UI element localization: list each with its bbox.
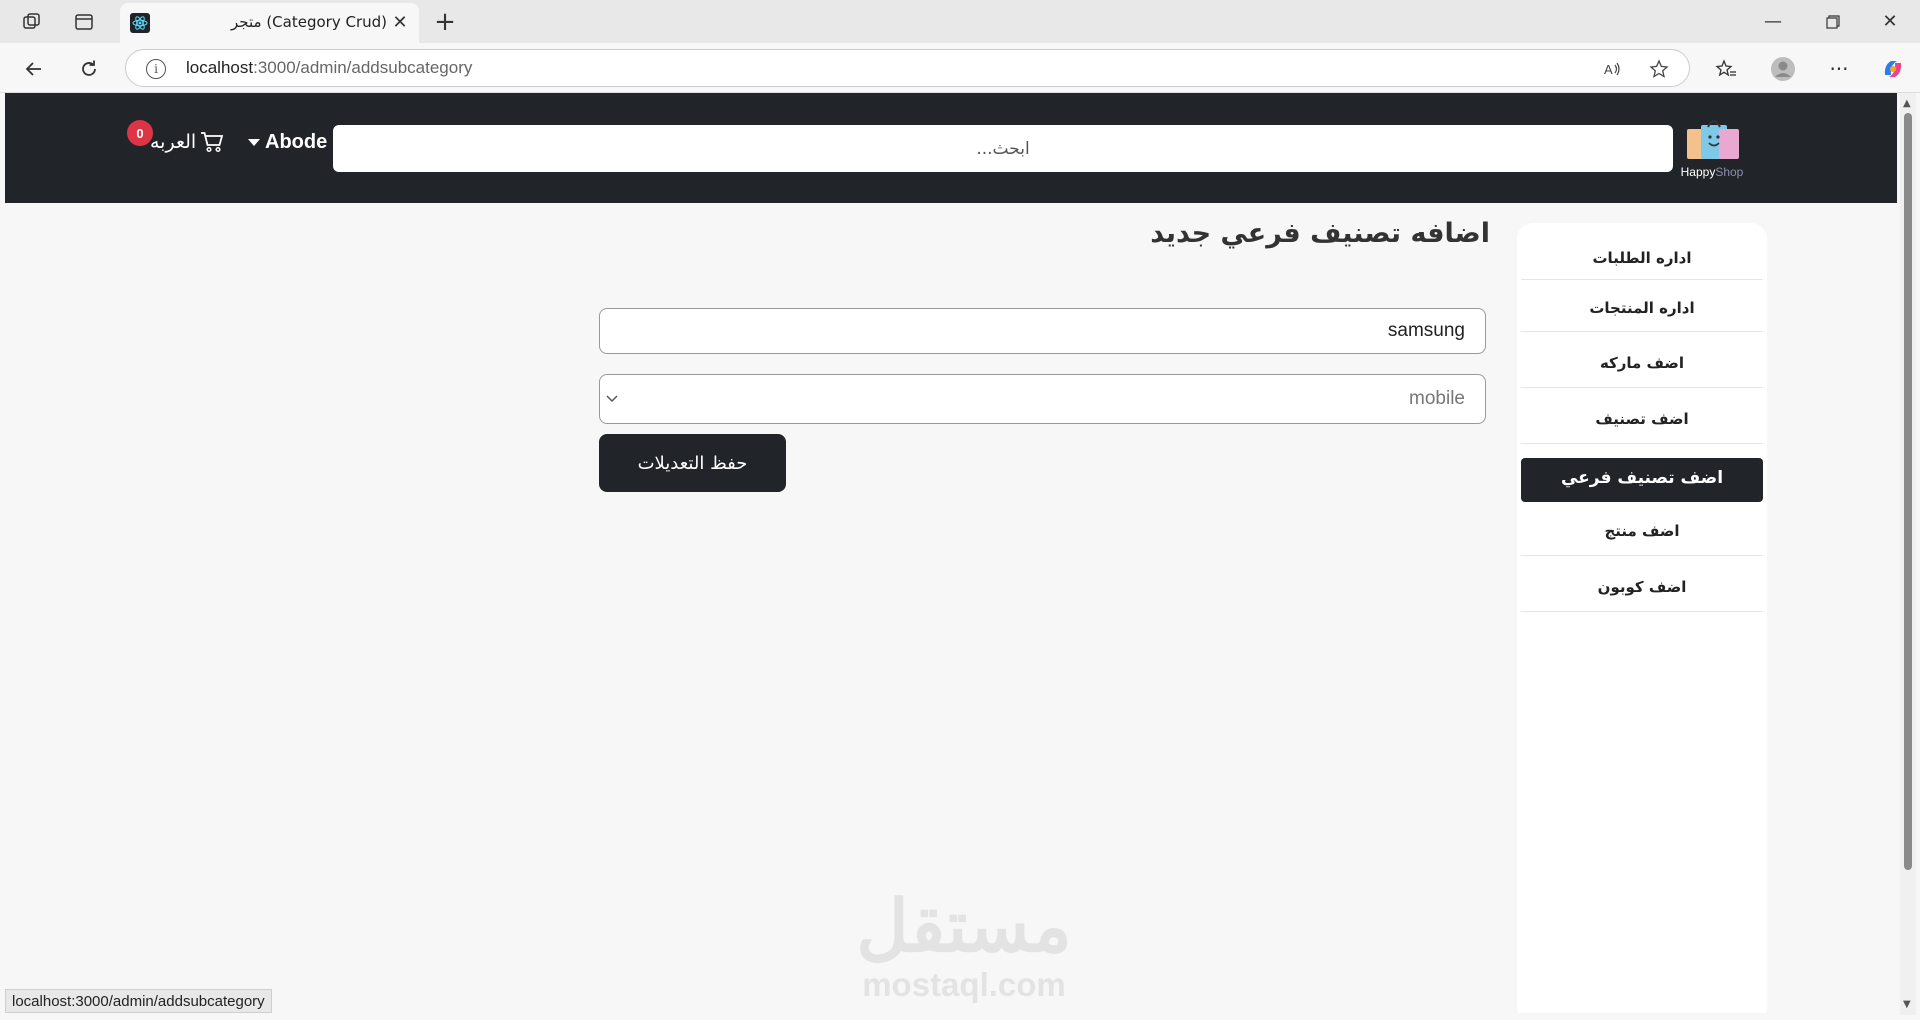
url-input[interactable]: i localhost:3000/admin/addsubcategory A [125, 49, 1690, 87]
user-name: Abode [265, 131, 328, 153]
watermark-arabic: مستقل [856, 887, 1072, 967]
mostaql-watermark: مستقل mostaql.com [844, 888, 1084, 1004]
subcategory-name-value: samsung [1387, 320, 1465, 341]
sidebar-item-add-category[interactable]: اضف تصنيف [1521, 404, 1763, 444]
back-arrow-icon[interactable] [18, 53, 50, 85]
logo-text-happy: Happy [1680, 165, 1716, 179]
site-info-icon[interactable]: i [146, 59, 166, 79]
reload-icon[interactable] [73, 53, 105, 85]
new-tab-button[interactable]: + [430, 7, 460, 37]
browser-tab-bar: متجر (Category Crud) ✕ + — ✕ [0, 0, 1920, 43]
sidebar-item-add-coupon[interactable]: اضف كوبون [1521, 572, 1763, 612]
shopping-cart-icon [201, 132, 224, 153]
profile-avatar-icon[interactable] [1767, 53, 1799, 85]
minimize-button[interactable]: — [1745, 0, 1801, 43]
url-text: localhost:3000/admin/addsubcategory [186, 58, 472, 78]
chevron-down-icon [606, 392, 618, 406]
status-bar-url: localhost:3000/admin/addsubcategory [5, 989, 272, 1013]
workspaces-icon[interactable] [18, 8, 46, 36]
active-tab[interactable]: متجر (Category Crud) ✕ [120, 3, 419, 43]
subcategory-name-input[interactable]: samsung [599, 308, 1486, 354]
category-select[interactable]: mobile [599, 374, 1486, 424]
logo-text-shop: Shop [1715, 165, 1744, 179]
user-dropdown[interactable]: Abode [248, 131, 327, 154]
admin-sidebar: اداره الطلبات اداره المنتجات اضف ماركه ا… [1517, 223, 1767, 1013]
svg-text:A: A [1604, 62, 1613, 77]
tab-title: متجر (Category Crud) [231, 13, 387, 31]
sidebar-item-add-subcategory[interactable]: اضف تصنيف فرعي [1521, 458, 1763, 502]
watermark-english: mostaql.com [862, 966, 1066, 1003]
restore-button[interactable] [1805, 0, 1861, 43]
url-host: localhost [186, 58, 254, 77]
more-options-icon[interactable]: ··· [1823, 53, 1855, 85]
scroll-thumb[interactable] [1904, 113, 1912, 870]
react-favicon-icon [130, 13, 150, 33]
copilot-icon[interactable] [1877, 53, 1909, 85]
cart-count-badge: 0 [127, 120, 153, 146]
vertical-tabs-icon[interactable] [70, 8, 98, 36]
logo-text: HappyShop [1677, 165, 1747, 179]
url-path: :3000/admin/addsubcategory [253, 58, 473, 77]
site-navbar: HappyShop Abode العربه 0 [5, 93, 1897, 203]
page-scrollbar[interactable]: ▲ ▼ [1900, 93, 1916, 1015]
save-changes-button[interactable]: حفظ التعديلات [599, 434, 786, 492]
cart-label: العربه [150, 131, 197, 153]
caret-down-icon [248, 139, 260, 146]
page-title: اضافه تصنيف فرعي جديد [1150, 218, 1490, 249]
page-viewport: HappyShop Abode العربه 0 اداره الطلبات ا… [5, 93, 1897, 1013]
close-window-button[interactable]: ✕ [1862, 0, 1918, 43]
sidebar-item-products[interactable]: اداره المنتجات [1521, 293, 1763, 332]
shopping-bags-icon [1687, 120, 1739, 159]
favorite-star-icon[interactable] [1647, 57, 1671, 81]
cart-link[interactable]: العربه [150, 131, 224, 153]
read-aloud-icon[interactable]: A [1600, 57, 1624, 81]
sidebar-item-add-product[interactable]: اضف منتج [1521, 516, 1763, 556]
address-toolbar: i localhost:3000/admin/addsubcategory A … [0, 43, 1920, 93]
scroll-down-arrow-icon[interactable]: ▼ [1903, 999, 1911, 1010]
sidebar-item-add-brand[interactable]: اضف ماركه [1521, 348, 1763, 388]
close-tab-icon[interactable]: ✕ [389, 11, 411, 33]
happyshop-logo[interactable]: HappyShop [1677, 115, 1747, 179]
category-select-value: mobile [1409, 388, 1465, 409]
sidebar-item-orders[interactable]: اداره الطلبات [1521, 243, 1763, 280]
scroll-up-arrow-icon[interactable]: ▲ [1903, 98, 1911, 109]
favorites-icon[interactable] [1710, 53, 1742, 85]
search-input[interactable] [333, 125, 1673, 172]
